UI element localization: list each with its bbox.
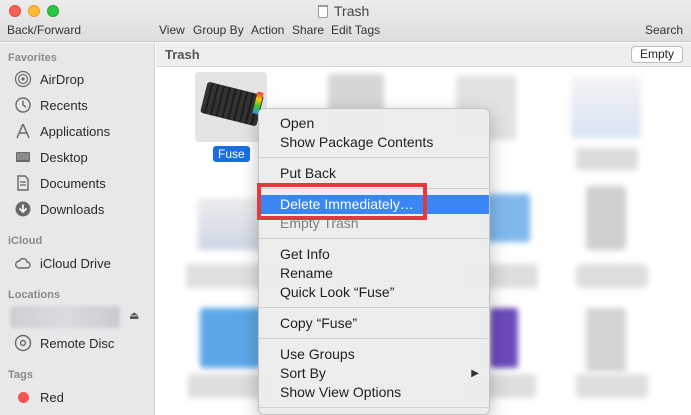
eject-icon[interactable]: ⏏ — [129, 309, 139, 322]
menu-item-show-package-contents[interactable]: Show Package Contents — [259, 133, 489, 152]
download-icon — [14, 200, 32, 218]
file-thumbnail-blurred[interactable] — [586, 186, 626, 250]
submenu-arrow-icon: ▶ — [471, 368, 479, 379]
file-label-blurred — [576, 374, 648, 398]
zoom-window-button[interactable] — [47, 5, 59, 17]
menu-item-copy[interactable]: Copy “Fuse” — [259, 314, 489, 333]
menu-item-put-back[interactable]: Put Back — [259, 164, 489, 183]
menu-item-get-info[interactable]: Get Info — [259, 245, 489, 264]
path-bar: Trash Empty — [156, 43, 691, 67]
sidebar-item-remote-disc[interactable]: Remote Disc — [14, 332, 114, 354]
menu-item-rename[interactable]: Rename — [259, 264, 489, 283]
group-by-button[interactable]: Group By — [193, 23, 244, 37]
menu-separator — [259, 407, 489, 408]
action-button[interactable]: Action — [251, 23, 284, 37]
menu-separator — [259, 338, 489, 339]
menu-separator — [259, 307, 489, 308]
red-tag-icon — [18, 391, 29, 403]
menu-item-show-view-options[interactable]: Show View Options — [259, 383, 489, 402]
highlight-annotation — [257, 183, 427, 220]
desktop-icon — [14, 148, 32, 166]
empty-trash-button[interactable]: Empty — [630, 46, 683, 63]
edit-tags-button[interactable]: Edit Tags — [331, 23, 380, 37]
file-thumbnail-blurred[interactable] — [571, 76, 641, 138]
file-thumbnail-blurred[interactable] — [198, 198, 264, 250]
search-button[interactable]: Search — [645, 23, 683, 37]
tags-header: Tags — [8, 369, 33, 381]
sidebar-item-location-redacted[interactable] — [10, 306, 120, 328]
file-label-blurred — [576, 264, 648, 288]
sidebar-item-tag-red[interactable]: Red — [14, 386, 64, 408]
minimize-window-button[interactable] — [28, 5, 40, 17]
menu-item-label: Sort By — [280, 365, 326, 381]
menu-separator — [259, 157, 489, 158]
sidebar-item-label: Documents — [40, 175, 106, 191]
sidebar-item-label: Applications — [40, 123, 111, 139]
title-bar: Trash Back/Forward View Group By Action … — [0, 0, 691, 42]
airdrop-icon — [14, 70, 32, 88]
cloud-icon — [14, 254, 32, 272]
file-thumbnail-blurred[interactable] — [490, 308, 518, 368]
window-title: Trash — [318, 3, 369, 19]
sidebar-item-label: Recents — [40, 97, 88, 113]
sidebar-item-airdrop[interactable]: AirDrop — [14, 68, 84, 90]
share-button[interactable]: Share — [292, 23, 324, 37]
sidebar-item-label: AirDrop — [40, 71, 85, 87]
context-menu: Open Show Package Contents Put Back Dele… — [258, 108, 490, 415]
favorites-header: Favorites — [8, 52, 57, 64]
file-thumbnail-fuse[interactable] — [195, 72, 267, 142]
sidebar-item-downloads[interactable]: Downloads — [14, 198, 104, 220]
sidebar: Favorites AirDrop Recents Applications D… — [0, 43, 155, 415]
sidebar-item-desktop[interactable]: Desktop — [14, 146, 88, 168]
sidebar-item-label: Remote Disc — [40, 335, 115, 351]
document-icon — [14, 174, 32, 192]
sidebar-item-label: Downloads — [40, 201, 105, 217]
file-thumbnail-blurred[interactable] — [586, 308, 626, 372]
trash-icon — [318, 4, 328, 18]
icloud-header: iCloud — [8, 235, 43, 247]
sidebar-item-label: Desktop — [40, 149, 88, 165]
close-window-button[interactable] — [9, 5, 21, 17]
clock-icon — [14, 96, 32, 114]
sidebar-item-label: Red — [40, 389, 64, 405]
window-title-text: Trash — [334, 3, 370, 19]
file-label-blurred — [576, 148, 638, 170]
menu-separator — [259, 238, 489, 239]
menu-item-open[interactable]: Open — [259, 114, 489, 133]
menu-item-sort-by[interactable]: Sort By ▶ — [259, 364, 489, 383]
folder-title: Trash — [165, 47, 200, 62]
applications-icon — [14, 122, 32, 140]
sidebar-item-applications[interactable]: Applications — [14, 120, 110, 142]
file-label-fuse[interactable]: Fuse — [213, 146, 250, 162]
sidebar-item-label: iCloud Drive — [40, 255, 111, 271]
sidebar-item-icloud-drive[interactable]: iCloud Drive — [14, 252, 111, 274]
menu-item-quick-look[interactable]: Quick Look “Fuse” — [259, 283, 489, 302]
menu-item-use-groups[interactable]: Use Groups — [259, 345, 489, 364]
view-button[interactable]: View — [159, 23, 185, 37]
sidebar-item-recents[interactable]: Recents — [14, 94, 88, 116]
back-forward-button[interactable]: Back/Forward — [7, 23, 81, 37]
folder-icon-blurred[interactable] — [200, 308, 262, 368]
folder-icon-blurred[interactable] — [486, 194, 530, 242]
disc-icon — [14, 334, 32, 352]
sidebar-item-documents[interactable]: Documents — [14, 172, 106, 194]
locations-header: Locations — [8, 289, 60, 301]
